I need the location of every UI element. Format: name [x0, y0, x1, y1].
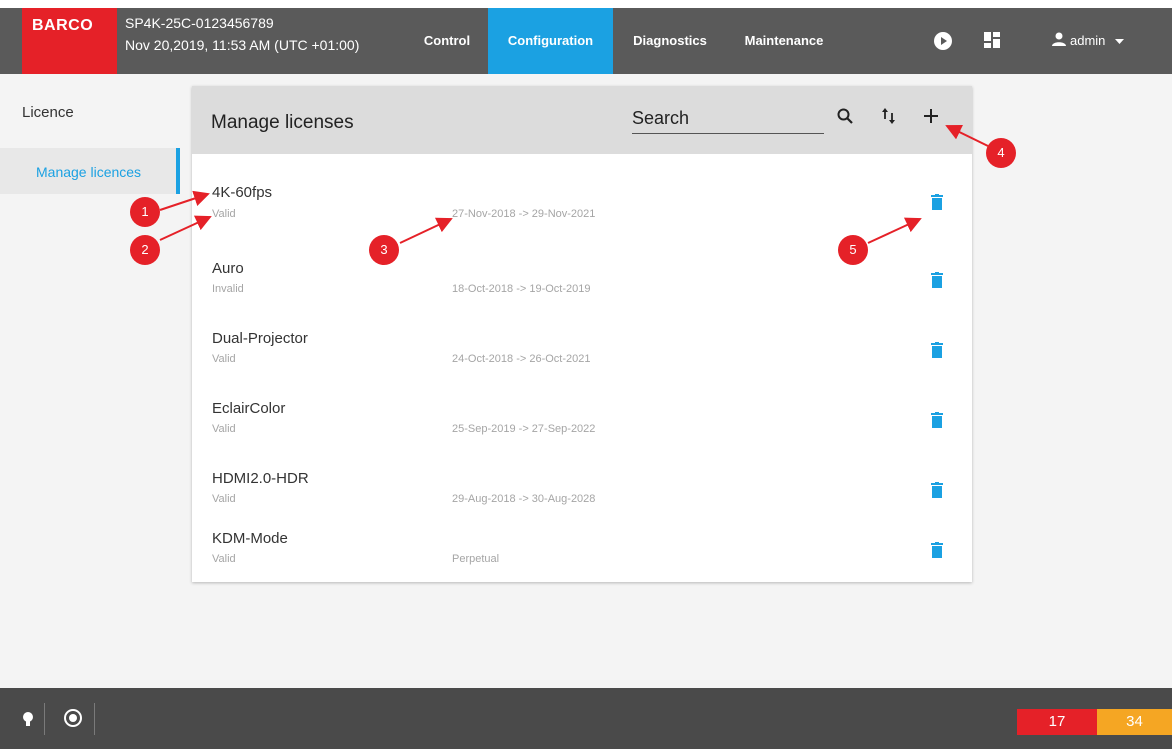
device-name: SP4K-25C-0123456789	[125, 15, 274, 31]
user-name: admin	[1070, 33, 1106, 48]
search-icon[interactable]	[837, 108, 853, 129]
status-footer: 17 34	[0, 688, 1172, 749]
footer-divider	[44, 703, 45, 735]
license-validity-period: 29-Aug-2018 -> 30-Aug-2028	[452, 493, 596, 505]
top-navigation-bar: BARCO SP4K-25C-0123456789 Nov 20,2019, 1…	[0, 0, 1172, 74]
tab-maintenance[interactable]: Maintenance	[732, 8, 836, 74]
callout-5: 5	[838, 235, 868, 265]
shutter-icon[interactable]	[64, 709, 82, 732]
panel-header: Manage licenses	[192, 86, 972, 154]
license-status: Valid	[212, 208, 236, 220]
license-validity-period: 18-Oct-2018 -> 19-Oct-2019	[452, 283, 591, 295]
license-name: 4K-60fps	[212, 184, 273, 201]
delete-trash-icon[interactable]	[931, 482, 943, 503]
callout-2: 2	[130, 235, 160, 265]
user-icon	[1052, 32, 1066, 49]
license-status: Valid	[212, 353, 236, 365]
dashboard-icon[interactable]	[984, 32, 1000, 53]
license-validity-period: 24-Oct-2018 -> 26-Oct-2021	[452, 353, 591, 365]
license-row[interactable]: KDM-Mode Valid Perpetual	[192, 516, 972, 586]
license-status: Invalid	[212, 283, 244, 295]
sidebar-heading: Licence	[22, 104, 74, 121]
warning-count-badge[interactable]: 34	[1097, 709, 1172, 735]
delete-trash-icon[interactable]	[931, 542, 943, 563]
delete-trash-icon[interactable]	[931, 412, 943, 433]
tab-diagnostics[interactable]: Diagnostics	[622, 8, 718, 74]
sort-icon[interactable]	[881, 108, 897, 129]
callout-1: 1	[130, 197, 160, 227]
license-status: Valid	[212, 493, 236, 505]
license-name: Dual-Projector	[212, 330, 308, 347]
delete-trash-icon[interactable]	[931, 342, 943, 363]
license-validity-period: 27-Nov-2018 -> 29-Nov-2021	[452, 208, 596, 220]
logo-text: BARCO	[32, 17, 94, 34]
license-name: EclairColor	[212, 400, 286, 417]
page-title: Manage licenses	[211, 112, 354, 133]
tab-configuration[interactable]: Configuration	[488, 8, 613, 74]
sidebar: Licence Manage licences	[0, 74, 180, 688]
user-menu[interactable]: admin	[1052, 32, 1125, 49]
device-datetime: Nov 20,2019, 11:53 AM (UTC +01:00)	[125, 37, 360, 53]
license-name: Auro	[212, 260, 244, 277]
play-icon[interactable]	[934, 32, 952, 55]
add-license-icon[interactable]	[923, 108, 939, 129]
license-status: Valid	[212, 423, 236, 435]
lamp-icon[interactable]	[22, 711, 34, 732]
license-validity-period: Perpetual	[452, 553, 500, 565]
error-count-badge[interactable]: 17	[1017, 709, 1097, 735]
delete-trash-icon[interactable]	[931, 272, 943, 293]
search-input[interactable]	[632, 104, 824, 134]
delete-trash-icon[interactable]	[931, 194, 943, 215]
license-validity-period: 25-Sep-2019 -> 27-Sep-2022	[452, 423, 596, 435]
callout-4: 4	[986, 138, 1016, 168]
tab-control[interactable]: Control	[418, 8, 476, 74]
callout-3: 3	[369, 235, 399, 265]
license-row[interactable]: EclairColor Valid 25-Sep-2019 -> 27-Sep-…	[192, 386, 972, 456]
chevron-down-icon	[1115, 33, 1125, 48]
app-window: BARCO SP4K-25C-0123456789 Nov 20,2019, 1…	[0, 0, 1172, 749]
barco-logo: BARCO	[22, 8, 117, 74]
license-name: KDM-Mode	[212, 530, 288, 547]
footer-divider	[94, 703, 95, 735]
manage-licenses-panel: Manage licenses 4K-60fps Valid 27-Nov-20…	[192, 86, 972, 582]
license-name: HDMI2.0-HDR	[212, 470, 309, 487]
sidebar-item-label: Manage licences	[36, 164, 142, 180]
license-row[interactable]: Dual-Projector Valid 24-Oct-2018 -> 26-O…	[192, 316, 972, 386]
sidebar-item-manage-licences[interactable]: Manage licences	[0, 148, 180, 194]
license-status: Valid	[212, 553, 236, 565]
